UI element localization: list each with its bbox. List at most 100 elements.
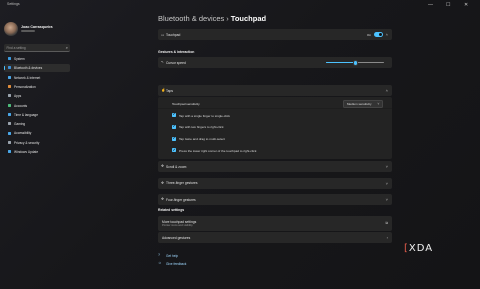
sidebar-item[interactable]: Windows Update (4, 148, 70, 156)
give-feedback-link[interactable]: Give feedback (166, 262, 186, 266)
user-email-redacted (21, 30, 35, 32)
watermark-text: XDA (408, 243, 434, 254)
taps-label: Taps (166, 88, 173, 93)
toggle-knob (379, 32, 383, 36)
sidebar-item[interactable]: Time & language (4, 111, 70, 119)
sidebar-item-label: Windows Update (14, 150, 39, 154)
collapsed-section-label: Four-finger gestures (166, 197, 196, 202)
chevron-up-icon[interactable]: ˄ (386, 32, 388, 37)
sidebar-item[interactable]: Personalization (4, 83, 70, 91)
more-touchpad-subtitle: Pointer icons and visibility (162, 224, 193, 227)
collapsed-section[interactable]: ✥ Four-finger gestures ˅ (158, 194, 392, 205)
tap-option-checkbox[interactable]: ✓ (172, 147, 176, 153)
selection-indicator (4, 66, 6, 70)
avatar[interactable] (4, 22, 18, 36)
maximize-button[interactable]: ☐ (446, 1, 450, 9)
cursor-speed-label: Cursor speed (166, 60, 186, 65)
breadcrumb-parent[interactable]: Bluetooth & devices (158, 14, 224, 23)
display-icon (8, 57, 11, 61)
tap-option-checkbox[interactable]: ✓ (172, 124, 176, 129)
chevron-right-icon: › (386, 234, 388, 240)
sidebar-item-label: Network & internet (14, 75, 41, 80)
touchpad-card[interactable]: ▭ Touchpad On ˄ (158, 29, 392, 40)
chevron-down-icon: ˅ (385, 180, 388, 186)
collapsed-section[interactable]: ✥ Scroll & zoom ˅ (158, 161, 392, 172)
apps-icon (8, 94, 11, 98)
accessibility-icon (8, 131, 11, 135)
cursor-icon: ↖ (161, 60, 165, 65)
tap-option-checkbox[interactable]: ✓ (172, 112, 176, 117)
bluetooth-icon (8, 66, 11, 70)
gestures-section-title: Gestures & interaction (158, 50, 195, 54)
tap-option-label: Tap with two fingers to right-click (179, 125, 224, 130)
tap-option-label: Tap twice and drag to multi-select (179, 137, 225, 142)
sensitivity-label: Touchpad sensitivity (172, 101, 200, 106)
get-help-link[interactable]: Get help (166, 254, 178, 258)
minimize-button[interactable]: — (428, 1, 433, 9)
chevron-down-icon: ˅ (377, 101, 380, 106)
related-section-title: Related settings (158, 208, 185, 212)
sensitivity-dropdown[interactable]: Medium sensitivity ˅ (343, 100, 383, 108)
sidebar-item-label: Accessibility (14, 131, 32, 136)
sidebar-item-label: Bluetooth & devices (14, 66, 43, 71)
tap-option-label: Tap with a single finger to single-click (179, 113, 230, 118)
chevron-down-icon: ˅ (385, 164, 388, 169)
advanced-gestures-card[interactable]: Advanced gestures › (158, 232, 392, 243)
close-button[interactable]: ✕ (464, 1, 468, 9)
scroll-icon: ✥ (161, 164, 165, 169)
touchpad-toggle[interactable] (374, 32, 383, 37)
sidebar-item[interactable]: Apps (4, 92, 70, 100)
collapsed-section-label: Three-finger gestures (166, 181, 198, 186)
sidebar-item-label: System (14, 57, 25, 61)
check-icon: ✓ (172, 147, 176, 152)
sidebar-item[interactable]: Privacy & security (4, 139, 70, 147)
taps-body: Touchpad sensitivity Medium sensitivity … (158, 97, 392, 159)
cursor-speed-fill (326, 62, 355, 63)
check-icon: ✓ (172, 112, 176, 117)
chevron-up-icon[interactable]: ˄ (386, 88, 388, 93)
sidebar-item[interactable]: Accessibility (4, 129, 70, 137)
taps-header[interactable]: ☝ Taps ˄ (158, 85, 392, 96)
controller-icon (8, 122, 11, 126)
collapsed-section[interactable]: ✥ Three-finger gestures ˅ (158, 177, 392, 189)
more-touchpad-settings-card[interactable]: More touchpad settings Pointer icons and… (158, 216, 392, 231)
check-icon: ✓ (172, 124, 176, 128)
touchpad-label: Touchpad (166, 32, 181, 37)
page-title: Touchpad (230, 14, 267, 23)
wifi-icon (8, 75, 11, 79)
sidebar-item-label: Accounts (14, 103, 28, 108)
cursor-speed-thumb[interactable] (353, 60, 359, 66)
xda-watermark: [XDA (404, 243, 433, 254)
globe-icon (8, 112, 11, 116)
search-icon: ⌕ (65, 44, 68, 50)
sidebar-item-label: Time & language (14, 112, 38, 117)
four-finger-icon: ✥ (161, 197, 165, 202)
update-icon (8, 150, 11, 154)
divider (158, 108, 392, 109)
search-input[interactable]: Find a setting ⌕ (4, 44, 70, 52)
breadcrumb-separator: › (226, 14, 229, 23)
search-placeholder: Find a setting (6, 45, 26, 50)
tap-icon: ☝ (161, 88, 166, 93)
tap-option-label: Press the lower right corner of the touc… (179, 148, 257, 153)
sidebar-item-label: Privacy & security (14, 140, 40, 145)
brush-icon (8, 85, 11, 89)
person-icon (8, 103, 11, 107)
external-link-icon: ⧉ (385, 220, 388, 225)
sidebar-item[interactable]: Accounts (4, 102, 70, 110)
cursor-speed-card: ↖ Cursor speed (158, 57, 392, 68)
help-icon: ? (158, 253, 160, 257)
sidebar-item[interactable]: Bluetooth & devices (4, 64, 70, 72)
sidebar-item[interactable]: System (4, 55, 70, 63)
sidebar-item[interactable]: Network & internet (4, 74, 70, 82)
collapsed-section-label: Scroll & zoom (166, 164, 187, 169)
sidebar-item-label: Apps (14, 94, 22, 99)
feedback-icon: ☺ (158, 261, 162, 265)
sidebar: Joao Carrasqueira Find a setting ⌕ Syste… (0, 10, 80, 289)
sidebar-item[interactable]: Gaming (4, 120, 70, 128)
shield-icon (8, 140, 11, 144)
sensitivity-value: Medium sensitivity (347, 102, 372, 107)
settings-window: Settings — ☐ ✕ Joao Carrasqueira Find a … (0, 0, 480, 289)
user-name: Joao Carrasqueira (21, 25, 53, 29)
tap-option-checkbox[interactable]: ✓ (172, 136, 176, 141)
